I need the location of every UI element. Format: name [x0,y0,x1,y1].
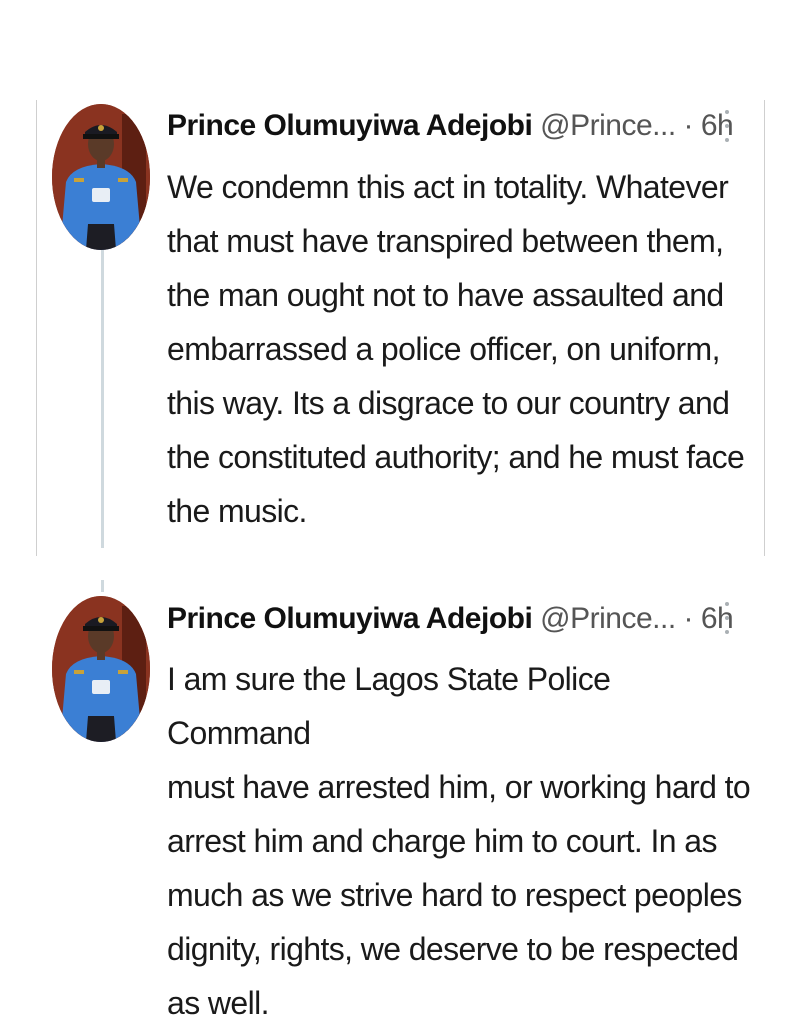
more-vertical-icon[interactable] [722,602,732,634]
police-officer-avatar-icon [52,596,150,742]
tweet-header: Prince Olumuyiwa Adejobi @Prince... · 6h [167,599,734,639]
separator-dot: · [683,109,694,142]
tweet-card[interactable]: Prince Olumuyiwa Adejobi @Prince... · 6h… [0,580,797,1021]
card-border-right [764,100,765,556]
author-name[interactable]: Prince Olumuyiwa Adejobi [167,602,533,635]
tweet-text: I am sure the Lagos State Police Command… [167,661,751,1021]
author-name[interactable]: Prince Olumuyiwa Adejobi [167,109,533,142]
author-handle[interactable]: @Prince... [540,602,676,635]
thread-connector-line [101,250,104,548]
more-vertical-icon[interactable] [722,110,732,142]
avatar[interactable] [52,596,150,742]
avatar[interactable] [52,104,150,250]
author-handle[interactable]: @Prince... [540,109,676,142]
tweet-card[interactable]: Prince Olumuyiwa Adejobi @Prince... · 6h… [0,100,797,556]
separator-dot: · [683,602,694,635]
card-border-left [36,100,37,556]
tweet-text: We condemn this act in totality. Whateve… [167,169,745,529]
thread-connector-line [101,580,104,592]
tweet-header: Prince Olumuyiwa Adejobi @Prince... · 6h [167,106,734,146]
police-officer-avatar-icon [52,104,150,250]
